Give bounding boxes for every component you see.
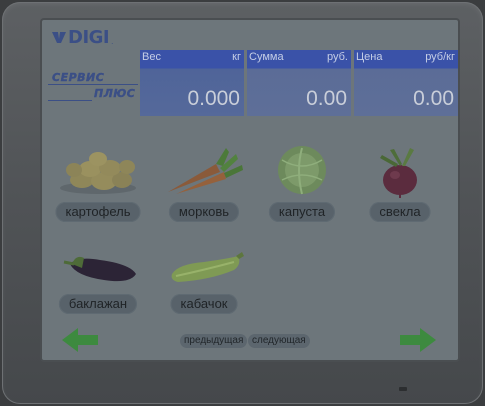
product-zucchini[interactable]: кабачок	[154, 234, 254, 330]
product-grid: картофель морковь капуста свекла баклажа…	[42, 142, 458, 322]
total-value: 0.00	[306, 87, 347, 110]
digi-logo: DIGI .	[52, 26, 113, 48]
product-potato[interactable]: картофель	[48, 142, 148, 238]
eggplant-icon	[63, 256, 136, 282]
zucchini-icon	[171, 252, 244, 282]
readings-panel: Вес кг 0.000 Сумма руб. 0.00 Цена руб/кг…	[140, 50, 458, 116]
product-label: картофель	[55, 202, 141, 222]
total-display: Сумма руб. 0.00	[247, 50, 351, 116]
service-logo-line2: ПЛЮС	[94, 87, 136, 100]
digi-v-icon	[52, 32, 66, 43]
service-logo-rule	[48, 84, 138, 85]
total-label: Сумма	[249, 51, 284, 63]
price-value: 0.00	[413, 87, 454, 110]
cabbage-icon	[278, 146, 326, 195]
product-label: баклажан	[58, 294, 138, 314]
price-unit: руб/кг	[425, 51, 455, 63]
product-label: морковь	[168, 202, 240, 222]
next-arrow-icon[interactable]	[398, 326, 438, 354]
service-plus-logo: СЕРВИС ПЛЮС	[46, 69, 140, 105]
brand-name: DIGI	[68, 26, 110, 48]
product-beet[interactable]: свекла	[350, 142, 450, 238]
service-logo-line1: СЕРВИС	[52, 71, 105, 84]
next-page-button[interactable]: следующая	[248, 334, 310, 348]
prev-arrow-icon[interactable]	[60, 326, 100, 354]
product-carrot[interactable]: морковь	[154, 142, 254, 238]
weight-unit: кг	[232, 51, 241, 63]
product-cabbage[interactable]: капуста	[252, 142, 352, 238]
prev-page-button[interactable]: предыдущая	[180, 334, 248, 348]
beet-icon	[380, 148, 417, 198]
brand-mark: .	[111, 36, 114, 46]
touch-screen: DIGI . СЕРВИС ПЛЮС Вес кг 0.000 Сумма ру…	[42, 20, 458, 360]
service-logo-rule	[48, 100, 92, 101]
scale-device: DIGI . СЕРВИС ПЛЮС Вес кг 0.000 Сумма ру…	[2, 2, 483, 404]
potato-icon	[60, 152, 136, 194]
product-label: кабачок	[170, 294, 238, 314]
product-label: капуста	[268, 202, 336, 222]
weight-value: 0.000	[187, 87, 240, 110]
total-unit: руб.	[327, 51, 348, 63]
price-label: Цена	[356, 51, 383, 63]
weight-label: Вес	[142, 51, 161, 63]
weight-display: Вес кг 0.000	[140, 50, 244, 116]
carrot-icon	[168, 148, 243, 194]
product-eggplant[interactable]: баклажан	[48, 234, 148, 330]
bezel-label	[62, 380, 222, 386]
status-led	[399, 387, 407, 391]
product-label: свекла	[369, 202, 431, 222]
price-display: Цена руб/кг 0.00	[354, 50, 458, 116]
